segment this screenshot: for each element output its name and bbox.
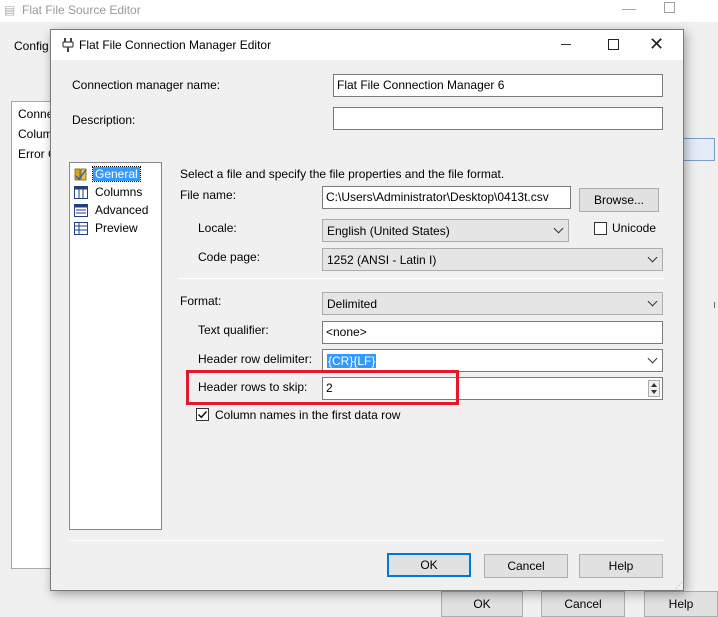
nav-item-advanced[interactable]: Advanced bbox=[73, 202, 159, 219]
text-qualifier-label: Text qualifier: bbox=[198, 323, 269, 337]
nav-item-preview-label: Preview bbox=[95, 221, 138, 235]
background-nav-item-connection[interactable]: Conne bbox=[18, 107, 53, 121]
column-names-label: Column names in the first data row bbox=[215, 408, 401, 422]
text-qualifier-input[interactable]: <none> bbox=[322, 321, 663, 344]
browse-button[interactable]: Browse... bbox=[579, 188, 659, 212]
description-label: Description: bbox=[72, 113, 136, 127]
header-row-delimiter-label: Header row delimiter: bbox=[198, 352, 313, 366]
file-name-input[interactable]: C:\Users\Administrator\Desktop\0413t.csv bbox=[322, 186, 571, 209]
column-names-checkbox[interactable] bbox=[196, 408, 209, 421]
help-button[interactable]: Help bbox=[579, 554, 663, 578]
spin-up-icon[interactable] bbox=[651, 383, 657, 387]
red-highlight-box bbox=[186, 370, 459, 405]
preview-icon bbox=[74, 222, 88, 235]
nav-item-columns-label: Columns bbox=[95, 185, 143, 199]
columns-icon bbox=[74, 186, 88, 199]
section-divider bbox=[178, 278, 664, 279]
minimize-button[interactable] bbox=[561, 44, 571, 45]
maximize-button[interactable] bbox=[608, 39, 619, 50]
header-row-delimiter-select[interactable]: {CR}{LF} bbox=[322, 349, 663, 372]
background-config-label: Config bbox=[14, 39, 49, 53]
general-icon bbox=[74, 168, 87, 181]
dialog-title: Flat File Connection Manager Editor bbox=[79, 38, 272, 52]
checkmark-icon bbox=[197, 410, 208, 419]
footer-divider bbox=[69, 540, 663, 541]
background-side-button[interactable] bbox=[683, 138, 715, 161]
connection-manager-dialog: Flat File Connection Manager Editor ✕ Co… bbox=[50, 29, 684, 591]
description-input[interactable] bbox=[333, 107, 663, 130]
nav-item-advanced-label: Advanced bbox=[95, 203, 149, 217]
code-page-select[interactable]: 1252 (ANSI - Latin I) bbox=[322, 248, 663, 271]
background-minimize-button[interactable]: — bbox=[622, 0, 636, 16]
header-rows-spinner[interactable] bbox=[648, 380, 660, 397]
page-nav-list: General Columns Advanced Preview bbox=[69, 162, 162, 530]
connection-name-input[interactable]: Flat File Connection Manager 6 bbox=[333, 74, 663, 97]
background-cancel-button[interactable]: Cancel bbox=[541, 591, 625, 617]
nav-item-general[interactable]: General bbox=[73, 166, 159, 183]
background-app-icon: ▤ bbox=[4, 3, 16, 17]
background-nav-item-columns[interactable]: Colum bbox=[18, 127, 53, 141]
chevron-down-icon bbox=[647, 353, 658, 364]
chevron-down-icon bbox=[553, 223, 564, 234]
background-ok-button[interactable]: OK bbox=[441, 591, 523, 617]
locale-select[interactable]: English (United States) bbox=[322, 219, 569, 242]
resize-grip-icon[interactable]: ⋰ bbox=[675, 582, 683, 590]
cancel-button[interactable]: Cancel bbox=[484, 554, 568, 578]
format-label: Format: bbox=[180, 294, 222, 308]
nav-item-general-label: General bbox=[92, 166, 141, 182]
nav-item-columns[interactable]: Columns bbox=[73, 184, 159, 201]
background-nav-list bbox=[11, 101, 51, 569]
advanced-icon bbox=[74, 204, 88, 217]
code-page-label: Code page: bbox=[198, 250, 261, 264]
ok-button[interactable]: OK bbox=[387, 553, 471, 577]
general-instruction: Select a file and specify the file prope… bbox=[180, 167, 505, 181]
header-row-delimiter-value: {CR}{LF} bbox=[327, 354, 377, 368]
close-button[interactable]: ✕ bbox=[649, 35, 664, 53]
plug-icon bbox=[62, 38, 74, 52]
locale-value: English (United States) bbox=[327, 224, 450, 238]
background-window-title: Flat File Source Editor bbox=[22, 3, 141, 17]
spin-down-icon[interactable] bbox=[651, 390, 657, 394]
connection-name-label: Connection manager name: bbox=[72, 78, 221, 92]
locale-label: Locale: bbox=[198, 221, 237, 235]
unicode-checkbox[interactable] bbox=[594, 222, 607, 235]
format-select[interactable]: Delimited bbox=[322, 292, 663, 315]
chevron-down-icon bbox=[647, 252, 658, 263]
chevron-down-icon bbox=[647, 296, 658, 307]
format-value: Delimited bbox=[327, 297, 378, 311]
file-name-label: File name: bbox=[180, 188, 237, 202]
code-page-value: 1252 (ANSI - Latin I) bbox=[327, 253, 437, 267]
background-divider bbox=[714, 302, 718, 308]
background-maximize-button[interactable] bbox=[664, 2, 675, 13]
nav-item-preview[interactable]: Preview bbox=[73, 220, 159, 237]
unicode-label: Unicode bbox=[612, 221, 657, 235]
background-help-button[interactable]: Help bbox=[644, 591, 718, 617]
